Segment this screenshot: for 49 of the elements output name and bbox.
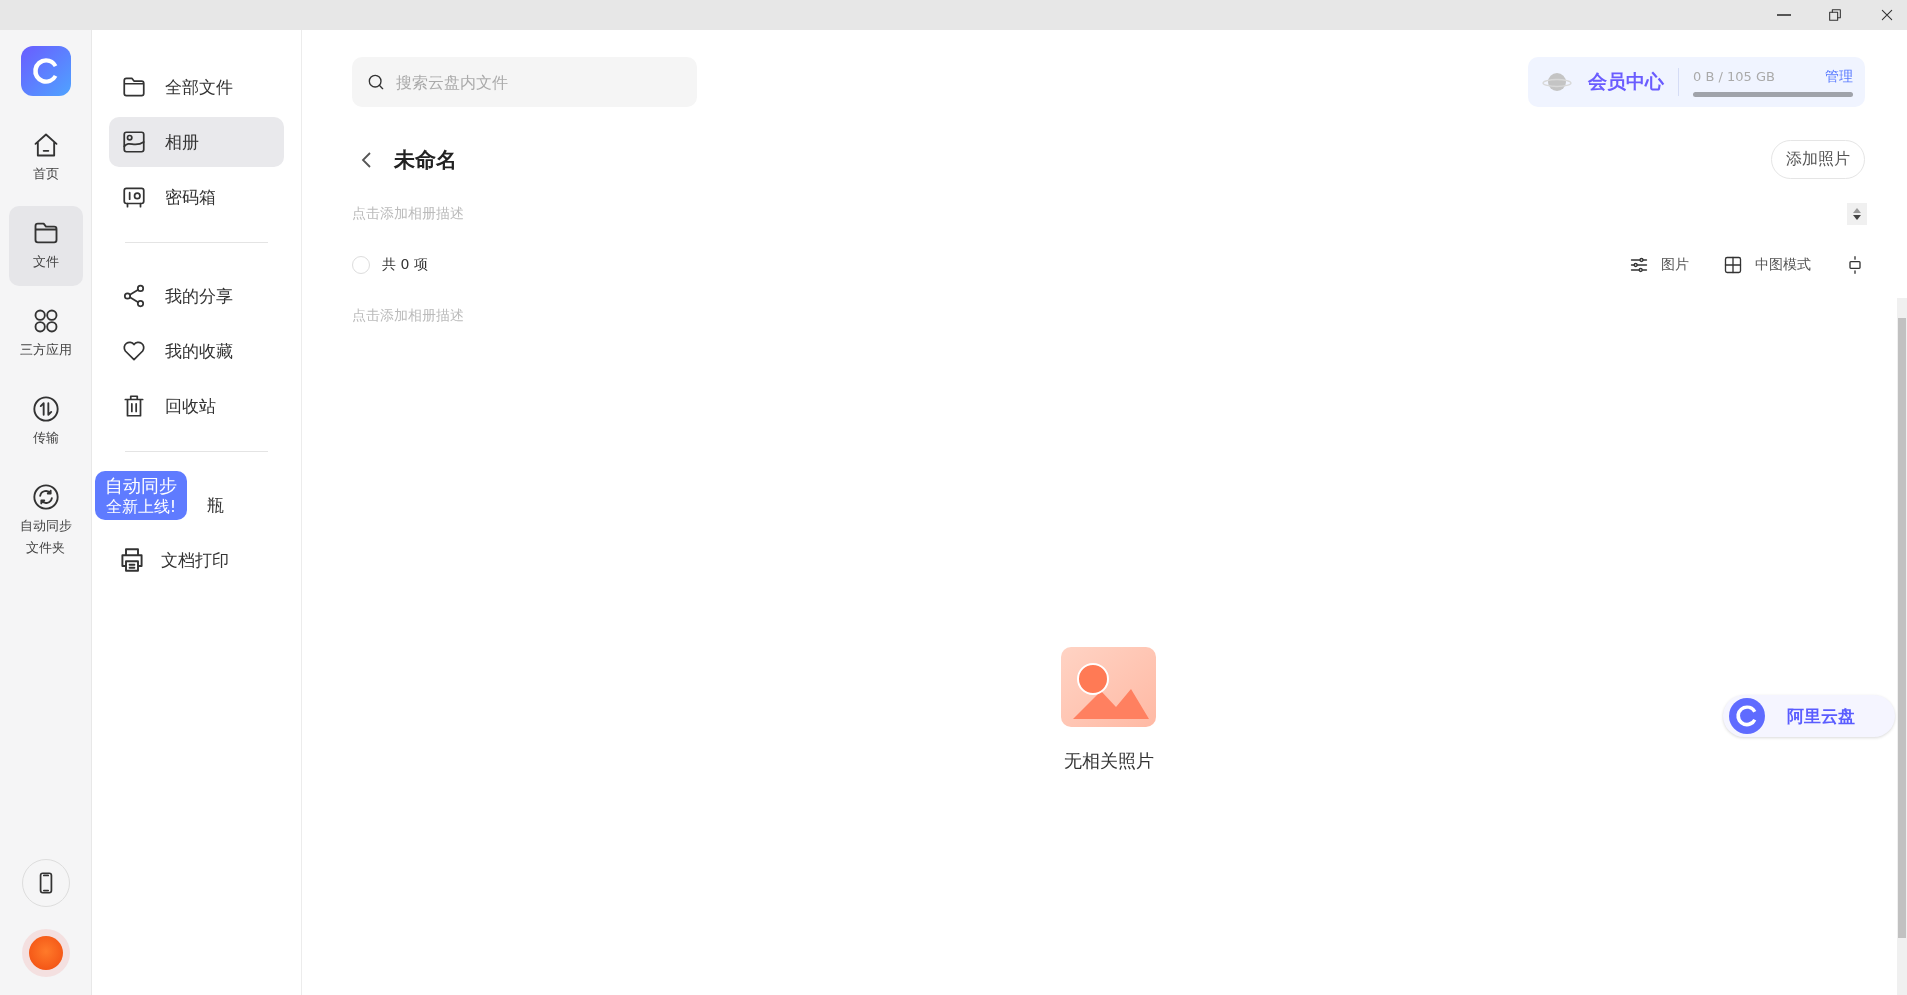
sidebar-item[interactable]: 我的分享 [109,271,284,321]
close-icon [1879,7,1895,23]
empty-message: 无相关照片 [1063,749,1154,773]
scrollbar[interactable] [1897,298,1907,995]
avatar[interactable] [21,929,70,977]
picture-icon [121,129,147,155]
select-all-radio[interactable] [352,256,370,274]
sidebar-item[interactable]: 回收站 [109,381,284,431]
filter-button[interactable]: 图片 [1629,255,1689,275]
grid-icon [1723,255,1743,275]
share-icon [121,283,147,309]
printer-icon [121,548,143,572]
sidebar-item[interactable]: 瓶 [189,480,236,530]
search-input[interactable]: 搜索云盘内文件 [394,71,683,93]
sidebar-item[interactable]: 密码箱 [109,172,284,222]
spinner-button[interactable] [1847,203,1867,225]
item-count: 共 0 项 [382,256,428,274]
sidebar-item[interactable]: 相册 [109,117,284,167]
floating-app-badge[interactable]: 阿里云盘 [1723,695,1895,737]
tooltip-title: 自动同步 [105,474,177,498]
cloud-logo-icon [1729,698,1765,734]
folder-icon [121,74,147,100]
sync-icon [31,483,60,512]
view-mode-button[interactable]: 中图模式 [1723,255,1811,275]
safe-icon [121,184,147,210]
manage-link[interactable]: 管理 [1825,67,1853,86]
nav-item[interactable]: 传输 [8,382,83,463]
add-photos-button[interactable]: 添加照片 [1771,140,1865,179]
trash-icon [121,393,147,419]
sidebar-item[interactable]: 我的收藏 [109,326,284,376]
search-field[interactable]: 搜索云盘内文件 [352,57,697,107]
tooltip-subtitle: 全新上线! [105,497,177,517]
spin-arrows-icon [1853,208,1861,220]
sliders-icon [1629,255,1649,275]
transfer-icon [31,395,60,424]
sidebar-item[interactable]: 文档打印 [109,535,284,585]
album-title: 未命名 [394,146,457,174]
nav-item[interactable]: 三方应用 [8,294,83,375]
nav-item[interactable]: 自动同步文件夹 [8,470,83,573]
storage-usage: 0 B / 105 GB [1693,69,1775,84]
empty-photo-icon [1061,647,1156,727]
planet-icon [1542,70,1572,94]
nav-item[interactable]: 首页 [8,118,83,199]
app-logo[interactable] [20,46,71,96]
sidebar-item[interactable]: 全部文件 [109,62,284,112]
member-center-link[interactable]: 会员中心 [1582,68,1679,96]
search-icon [366,72,386,92]
nav-item[interactable]: 文件 [8,206,83,287]
restore-icon [1827,7,1843,23]
